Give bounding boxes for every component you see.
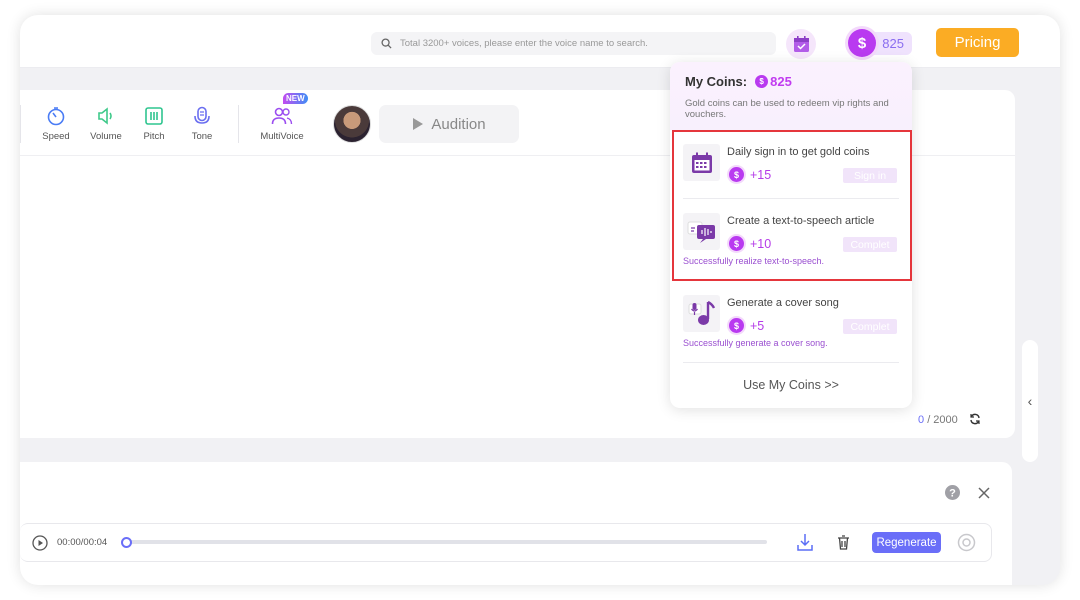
download-icon[interactable] [797,533,813,551]
coin-icon: $ [729,318,744,333]
popup-header: My Coins: $ 825 Gold coins can be used t… [670,62,912,130]
use-my-coins-link[interactable]: Use My Coins >> [670,378,912,392]
chevron-left-icon: ‹ [1027,393,1033,409]
coins-count: 825 [882,36,904,51]
divider [683,362,899,363]
speed-button[interactable]: Speed [36,106,76,142]
volume-label: Volume [90,131,122,142]
progress-track[interactable] [125,540,767,544]
pitch-label: Pitch [143,131,165,142]
task-reward: $ +5 [729,318,764,333]
regenerate-button[interactable]: Regenerate [872,532,941,553]
speed-label: Speed [42,131,70,142]
volume-button[interactable]: Volume [86,106,126,142]
tone-button[interactable]: Tone [182,106,222,142]
close-icon[interactable] [978,487,990,499]
pricing-button[interactable]: Pricing [936,28,1019,57]
speed-icon [47,107,65,126]
pitch-button[interactable]: Pitch [134,106,174,142]
play-icon [413,118,424,130]
task-note: Successfully generate a cover song. [683,338,828,348]
new-badge: NEW [283,93,308,104]
playback-time: 00:00/00:04 [57,537,108,548]
my-coins-popup: My Coins: $ 825 Gold coins can be used t… [670,62,912,408]
search-icon [381,38,392,49]
voice-avatar[interactable] [333,105,371,143]
tone-label: Tone [191,131,213,142]
help-icon[interactable]: ? [945,485,960,500]
coins-balance-button[interactable]: $ 825 [848,29,912,57]
calendar-check-icon [793,36,809,52]
svg-text:?: ? [949,488,956,500]
refresh-icon[interactable] [969,413,981,425]
play-circle-icon[interactable] [32,535,48,551]
popup-coins: 825 [770,74,792,89]
divider [20,105,21,143]
progress-handle[interactable] [121,537,132,548]
popup-title: My Coins: [685,74,748,89]
disc-icon[interactable] [957,533,976,552]
audition-button[interactable]: Audition [379,105,519,143]
char-count: 0 [918,414,925,426]
multivoice-label: MultiVoice [260,131,304,142]
audio-result-panel: ? 00:00/00:04 Regenerate [20,462,1012,585]
app-window: Total 3200+ voices, please enter the voi… [20,15,1060,585]
reward-amount: +5 [750,318,765,333]
header: Total 3200+ voices, please enter the voi… [20,15,1060,68]
search-placeholder: Total 3200+ voices, please enter the voi… [400,38,648,49]
volume-icon [98,107,112,125]
popup-description: Gold coins can be used to redeem vip rig… [685,98,889,120]
search-input[interactable]: Total 3200+ voices, please enter the voi… [371,32,776,55]
character-counter: 0 / 2000 [918,413,981,426]
pitch-icon [145,107,163,125]
highlight-box [672,130,912,281]
char-max: / 2000 [927,414,958,426]
music-note-icon [683,295,720,332]
collapse-panel-toggle[interactable]: ‹ [1022,340,1038,462]
tone-icon [194,106,210,124]
multivoice-button[interactable]: MultiVoice NEW [256,93,308,142]
divider [238,105,239,143]
complete-button[interactable]: Complet [843,319,897,334]
task-title: Generate a cover song [727,297,839,309]
trash-icon[interactable] [837,535,850,550]
multivoice-icon [271,107,293,125]
audition-label: Audition [431,115,486,133]
coin-icon: $ [755,75,769,88]
audio-player: 00:00/00:04 Regenerate [20,523,992,562]
coin-icon: $ [848,29,876,57]
daily-checkin-button[interactable] [786,29,816,59]
